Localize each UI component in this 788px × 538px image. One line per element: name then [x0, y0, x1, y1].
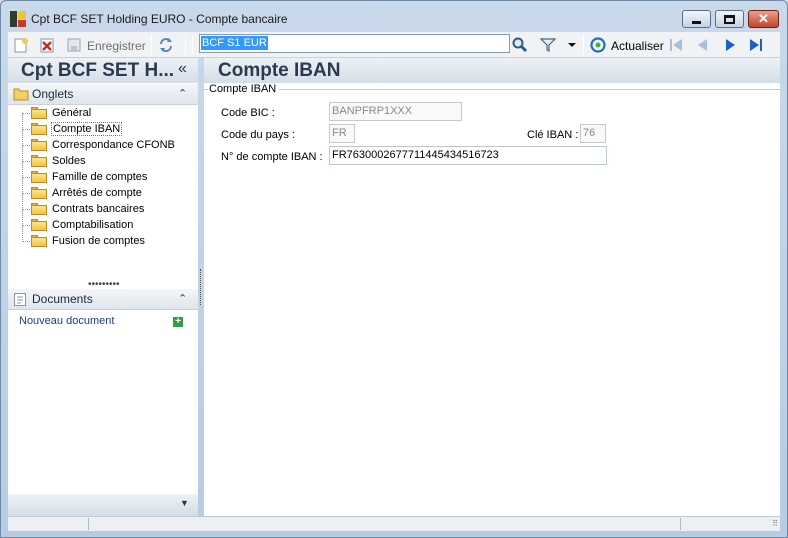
previous-record-icon[interactable] — [695, 37, 711, 53]
close-button[interactable]: ✕ — [748, 10, 779, 28]
documents-section-header[interactable]: Documents ⌃ — [8, 289, 198, 310]
resize-grip-icon[interactable]: ⠿ — [772, 519, 778, 528]
tree-item-label: Arrêtés de compte — [52, 187, 142, 199]
minimize-button[interactable] — [682, 10, 711, 28]
record-selector-input[interactable]: BCF S1 EUR — [199, 34, 510, 53]
folder-icon — [31, 219, 47, 231]
tree-item-label: Correspondance CFONB — [52, 139, 175, 151]
panel-splitter[interactable] — [200, 269, 201, 305]
main-panel: Compte IBAN Compte IBAN Code BIC : BANPF… — [204, 58, 780, 516]
sync-icon[interactable] — [158, 37, 174, 53]
save-button[interactable]: Enregistrer — [87, 39, 146, 53]
new-document-link[interactable]: Nouveau document — [19, 315, 114, 327]
iban-key-field[interactable]: 76 — [580, 124, 606, 143]
collapse-tabs-button[interactable]: ⌃ — [178, 87, 187, 100]
left-panel-title: Cpt BCF SET H... — [21, 60, 175, 81]
refresh-button[interactable]: Actualiser — [611, 39, 664, 53]
page-title: Compte IBAN — [218, 60, 341, 81]
country-code-label: Code du pays : — [221, 129, 295, 141]
tree-item-arretes-de-compte[interactable]: Arrêtés de compte — [8, 178, 198, 202]
minimize-icon — [683, 11, 710, 27]
folder-icon — [31, 171, 47, 183]
last-record-icon[interactable] — [748, 37, 764, 53]
status-divider — [88, 518, 89, 530]
toolbar-separator — [583, 35, 584, 55]
collapse-documents-button[interactable]: ⌃ — [178, 292, 187, 305]
tree-item-soldes[interactable]: Soldes — [8, 146, 198, 170]
left-panel-footer: ▼ — [8, 494, 198, 516]
application-window: Cpt BCF SET Holding EURO - Compte bancai… — [0, 0, 788, 538]
refresh-icon[interactable] — [590, 37, 606, 53]
folder-icon — [31, 203, 47, 215]
magnifier-icon[interactable] — [512, 37, 528, 53]
window-title: Cpt BCF SET Holding EURO - Compte bancai… — [31, 12, 288, 26]
new-document-icon[interactable] — [13, 37, 29, 53]
tree-item-fusion-de-comptes[interactable]: Fusion de comptes — [8, 226, 198, 250]
tabs-section-header[interactable]: Onglets ⌃ — [8, 84, 198, 105]
tree-item-label: Compte IBAN — [51, 122, 123, 136]
tree-item-famille-de-comptes[interactable]: Famille de comptes — [8, 162, 198, 186]
tree-item-label: Contrats bancaires — [52, 203, 145, 215]
toolbar-separator — [151, 35, 152, 55]
iban-number-label: N° de compte IBAN : — [221, 151, 323, 163]
group-border — [204, 89, 780, 90]
left-panel: Cpt BCF SET H... « Onglets ⌃ Général Com… — [8, 58, 198, 516]
folder-icon — [31, 139, 47, 151]
save-icon — [67, 38, 81, 52]
iban-number-field[interactable]: FR7630002677711445434516723 — [329, 146, 607, 165]
close-icon: ✕ — [758, 11, 769, 26]
title-bar: Cpt BCF SET Holding EURO - Compte bancai… — [1, 1, 787, 31]
delete-icon[interactable] — [39, 37, 55, 53]
filter-icon[interactable] — [540, 37, 556, 53]
iban-key-label: Clé IBAN : — [527, 129, 579, 141]
tree-item-correspondance-cfonb[interactable]: Correspondance CFONB — [8, 130, 198, 154]
tree-item-label: Famille de comptes — [52, 171, 148, 183]
status-divider — [680, 518, 681, 530]
record-selector-value: BCF S1 EUR — [201, 36, 268, 50]
app-icon — [10, 11, 26, 27]
tree-item-label: Soldes — [52, 155, 86, 167]
tree-item-label: Général — [52, 107, 92, 119]
left-panel-header: Cpt BCF SET H... « — [8, 58, 198, 83]
tree-item-label: Comptabilisation — [52, 219, 134, 231]
folder-icon — [31, 235, 47, 247]
group-title: Compte IBAN — [208, 83, 280, 95]
tree-item-compte-iban[interactable]: Compte IBAN — [8, 114, 198, 138]
add-icon[interactable]: + — [173, 317, 183, 327]
bic-field[interactable]: BANPFRP1XXX — [329, 102, 462, 121]
document-icon — [14, 293, 26, 306]
tabs-section-label: Onglets — [32, 87, 74, 101]
tree-item-general[interactable]: Général — [8, 106, 198, 122]
status-bar: ⠿ — [8, 516, 780, 531]
tree-item-comptabilisation[interactable]: Comptabilisation — [8, 210, 198, 234]
chevron-down-icon[interactable] — [564, 37, 580, 53]
collapse-panel-button[interactable]: « — [178, 60, 187, 78]
documents-section-label: Documents — [32, 292, 93, 306]
toolbar-separator — [192, 35, 193, 55]
main-panel-header: Compte IBAN — [204, 58, 780, 83]
toolbar-separator — [185, 35, 186, 55]
tree-item-label: Fusion de comptes — [52, 235, 145, 247]
first-record-icon[interactable] — [668, 37, 684, 53]
folder-icon — [13, 88, 29, 101]
tree-item-contrats-bancaires[interactable]: Contrats bancaires — [8, 194, 198, 218]
bic-label: Code BIC : — [221, 107, 275, 119]
chevron-down-icon[interactable]: ▼ — [180, 498, 189, 508]
maximize-button[interactable] — [715, 10, 744, 28]
folder-icon — [31, 187, 47, 199]
next-record-icon[interactable] — [722, 37, 738, 53]
folder-icon — [31, 155, 47, 167]
country-code-field[interactable]: FR — [329, 124, 355, 143]
toolbar: Enregistrer BCF S1 EUR Actualiser — [8, 32, 780, 58]
folder-icon — [31, 107, 47, 119]
open-folder-icon — [31, 123, 47, 135]
maximize-icon — [716, 11, 743, 27]
